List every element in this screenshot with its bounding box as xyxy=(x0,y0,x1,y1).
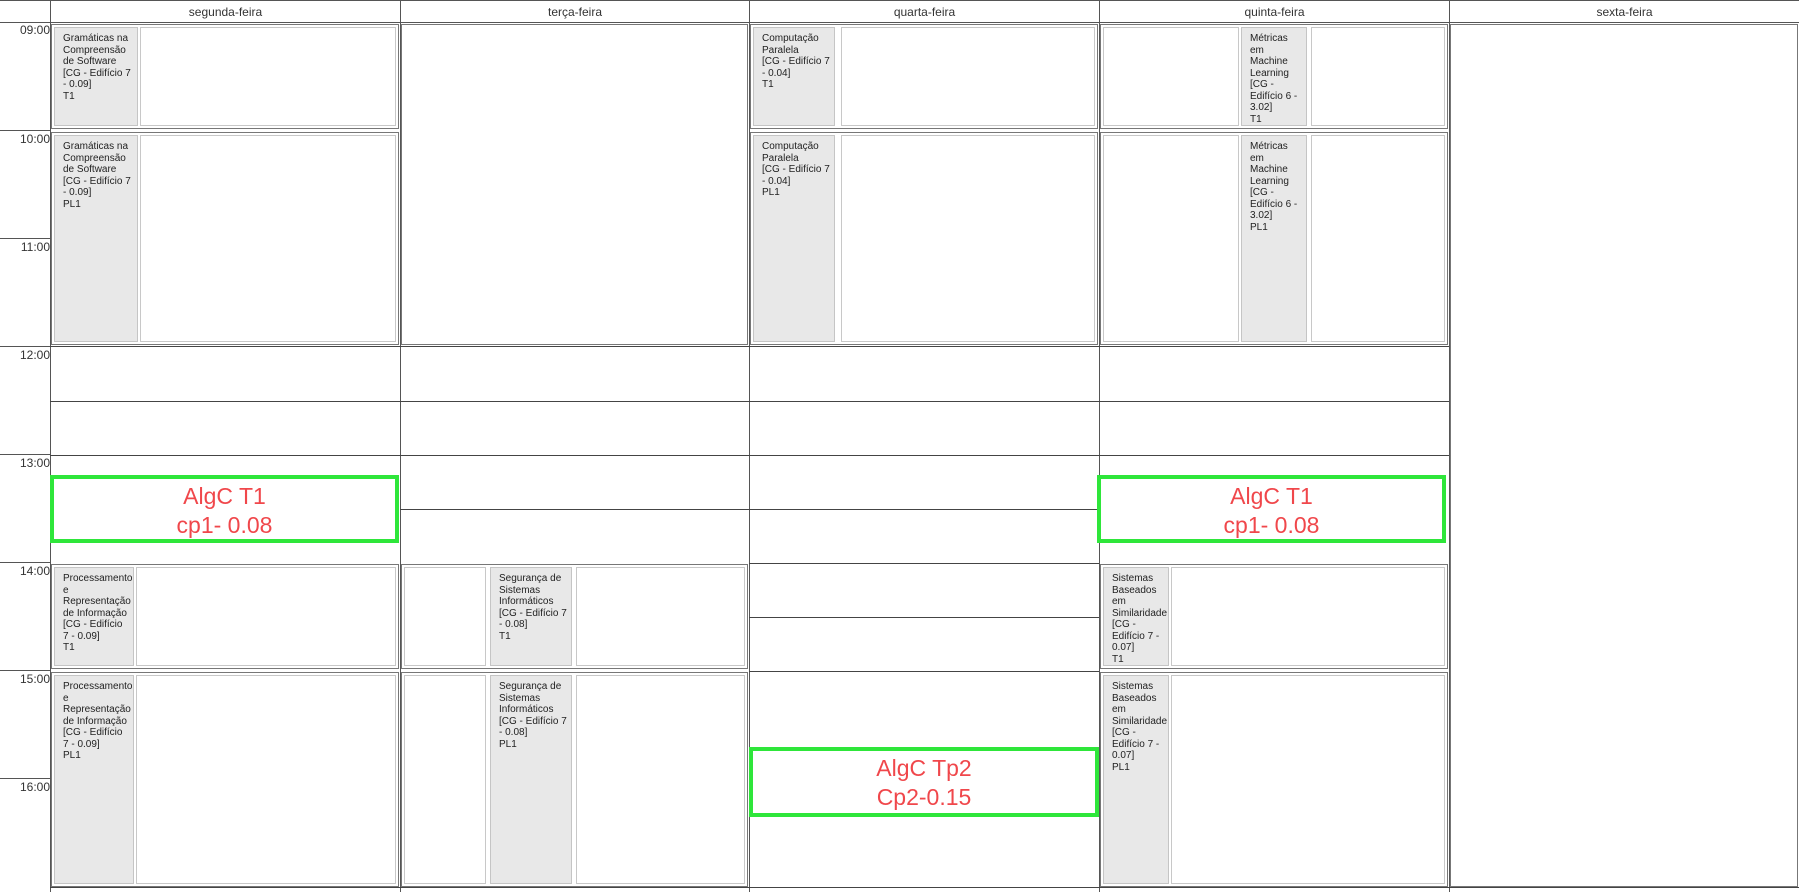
class-detail-area xyxy=(841,135,1095,342)
class-label: Métricas em Machine Learning [CG - Edifíc… xyxy=(1241,135,1307,342)
class-block[interactable]: Segurança de Sistemas Informáticos [CG - … xyxy=(401,672,748,887)
class-detail-area xyxy=(841,27,1095,126)
class-detail-area xyxy=(404,567,486,666)
class-block[interactable]: Métricas em Machine Learning [CG - Edifíc… xyxy=(1100,132,1448,345)
class-detail-area xyxy=(404,675,486,884)
class-detail-area xyxy=(140,135,396,342)
class-block[interactable] xyxy=(1450,24,1798,887)
annotation-line: AlgC T1 xyxy=(183,483,266,509)
time-label: 09:00 xyxy=(19,23,50,37)
day-header-wednesday: quarta-feira xyxy=(749,0,1099,23)
day-header-monday: segunda-feira xyxy=(50,0,400,23)
annotation-box: AlgC Tp2 Cp2-0.15 xyxy=(749,747,1099,817)
slot-divider xyxy=(50,455,1449,456)
time-label: 10:00 xyxy=(19,132,50,146)
time-divider xyxy=(0,670,50,671)
annotation-line: cp1- 0.08 xyxy=(1223,512,1320,538)
class-detail-area xyxy=(1103,27,1239,126)
slot-divider xyxy=(50,346,1449,347)
slot-divider xyxy=(749,671,1099,672)
class-detail-area xyxy=(140,27,396,126)
class-label: Segurança de Sistemas Informáticos [CG - … xyxy=(490,567,572,666)
class-detail-area xyxy=(1311,27,1445,126)
corner-cell xyxy=(0,0,50,23)
time-label: 16:00 xyxy=(19,780,50,794)
class-label: Sistemas Baseados em Similaridade [CG - E… xyxy=(1103,567,1169,666)
slot-divider xyxy=(50,401,1449,402)
time-label: 14:00 xyxy=(19,564,50,578)
annotation-box: AlgC T1 cp1- 0.08 xyxy=(50,475,399,543)
class-detail-area xyxy=(576,675,745,884)
day-header-thursday: quinta-feira xyxy=(1099,0,1449,23)
class-block[interactable]: Gramáticas na Compreensão de Software [CG… xyxy=(51,132,399,345)
annotation-box: AlgC T1 cp1- 0.08 xyxy=(1097,475,1446,543)
class-detail-area xyxy=(576,567,745,666)
time-divider xyxy=(0,130,50,131)
class-label: Gramáticas na Compreensão de Software [CG… xyxy=(54,135,138,342)
slot-divider xyxy=(749,563,1099,564)
time-divider xyxy=(0,562,50,563)
time-label: 12:00 xyxy=(19,348,50,362)
class-label: Processamento e Representação de Informa… xyxy=(54,675,134,884)
class-block[interactable] xyxy=(401,24,748,345)
class-block[interactable]: Gramáticas na Compreensão de Software [CG… xyxy=(51,24,399,129)
class-block[interactable]: Métricas em Machine Learning [CG - Edifíc… xyxy=(1100,24,1448,129)
class-block[interactable]: Processamento e Representação de Informa… xyxy=(51,672,399,887)
class-detail-area xyxy=(136,567,396,666)
slot-divider xyxy=(749,617,1099,618)
class-detail-area xyxy=(136,675,396,884)
slot-divider xyxy=(50,887,1799,888)
day-header-friday: sexta-feira xyxy=(1449,0,1799,23)
class-block[interactable]: Computação Paralela [CG - Edifício 7 - 0.… xyxy=(750,132,1098,345)
time-label: 13:00 xyxy=(19,456,50,470)
class-label: Gramáticas na Compreensão de Software [CG… xyxy=(54,27,138,126)
class-block[interactable]: Segurança de Sistemas Informáticos [CG - … xyxy=(401,564,748,669)
class-block[interactable]: Sistemas Baseados em Similaridade [CG - E… xyxy=(1100,672,1448,887)
class-block[interactable]: Sistemas Baseados em Similaridade [CG - E… xyxy=(1100,564,1448,669)
class-label: Segurança de Sistemas Informáticos [CG - … xyxy=(490,675,572,884)
time-divider xyxy=(0,778,50,779)
class-label: Computação Paralela [CG - Edifício 7 - 0.… xyxy=(753,27,835,126)
time-label: 15:00 xyxy=(19,672,50,686)
class-detail-area xyxy=(1171,567,1445,666)
class-label: Computação Paralela [CG - Edifício 7 - 0.… xyxy=(753,135,835,342)
class-label: Processamento e Representação de Informa… xyxy=(54,567,134,666)
annotation-line: AlgC T1 xyxy=(1230,483,1313,509)
day-header-tuesday: terça-feira xyxy=(400,0,749,23)
annotation-line: cp1- 0.08 xyxy=(176,512,273,538)
time-divider xyxy=(0,346,50,347)
class-detail-area xyxy=(1171,675,1445,884)
annotation-line: AlgC Tp2 xyxy=(876,755,972,781)
class-detail-area xyxy=(1103,135,1239,342)
class-block[interactable]: Processamento e Representação de Informa… xyxy=(51,564,399,669)
class-label: Sistemas Baseados em Similaridade [CG - E… xyxy=(1103,675,1169,884)
class-label: Métricas em Machine Learning [CG - Edifíc… xyxy=(1241,27,1307,126)
time-divider xyxy=(0,238,50,239)
annotation-line: Cp2-0.15 xyxy=(876,784,972,810)
time-divider xyxy=(0,454,50,455)
time-label: 11:00 xyxy=(20,240,50,254)
class-block[interactable]: Computação Paralela [CG - Edifício 7 - 0.… xyxy=(750,24,1098,129)
slot-divider xyxy=(400,509,1099,510)
class-detail-area xyxy=(1311,135,1445,342)
